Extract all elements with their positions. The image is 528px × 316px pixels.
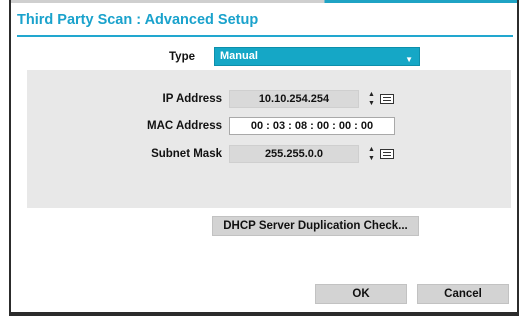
- ip-keyboard-icon[interactable]: [380, 94, 394, 104]
- ip-spinner-icon[interactable]: ▲ ▼: [368, 91, 376, 107]
- ok-button[interactable]: OK: [315, 284, 407, 304]
- title-divider: [17, 35, 513, 37]
- type-dropdown[interactable]: Manual ▼: [214, 47, 420, 66]
- dhcp-duplication-check-button[interactable]: DHCP Server Duplication Check...: [212, 216, 419, 236]
- bottom-border: [11, 312, 517, 316]
- subnet-spinner-icon[interactable]: ▲ ▼: [368, 146, 376, 162]
- type-dropdown-value: Manual: [220, 50, 258, 62]
- ip-address-label: IP Address: [162, 93, 222, 105]
- dialog-title: Third Party Scan : Advanced Setup: [17, 12, 259, 28]
- network-settings-panel: IP Address 10.10.254.254 ▲ ▼ MAC Address …: [27, 70, 511, 208]
- subnet-mask-label: Subnet Mask: [151, 148, 222, 160]
- subnet-mask-field[interactable]: 255.255.0.0: [229, 145, 359, 163]
- cancel-button[interactable]: Cancel: [417, 284, 509, 304]
- mac-address-field[interactable]: 00 : 03 : 08 : 00 : 00 : 00: [229, 117, 395, 135]
- chevron-down-icon: ▼: [405, 55, 413, 64]
- mac-address-label: MAC Address: [147, 120, 222, 132]
- advanced-setup-dialog: Third Party Scan : Advanced Setup Type M…: [9, 0, 519, 316]
- subnet-keyboard-icon[interactable]: [380, 149, 394, 159]
- ip-address-field[interactable]: 10.10.254.254: [229, 90, 359, 108]
- type-label: Type: [169, 51, 195, 63]
- top-accent-line: [11, 0, 517, 3]
